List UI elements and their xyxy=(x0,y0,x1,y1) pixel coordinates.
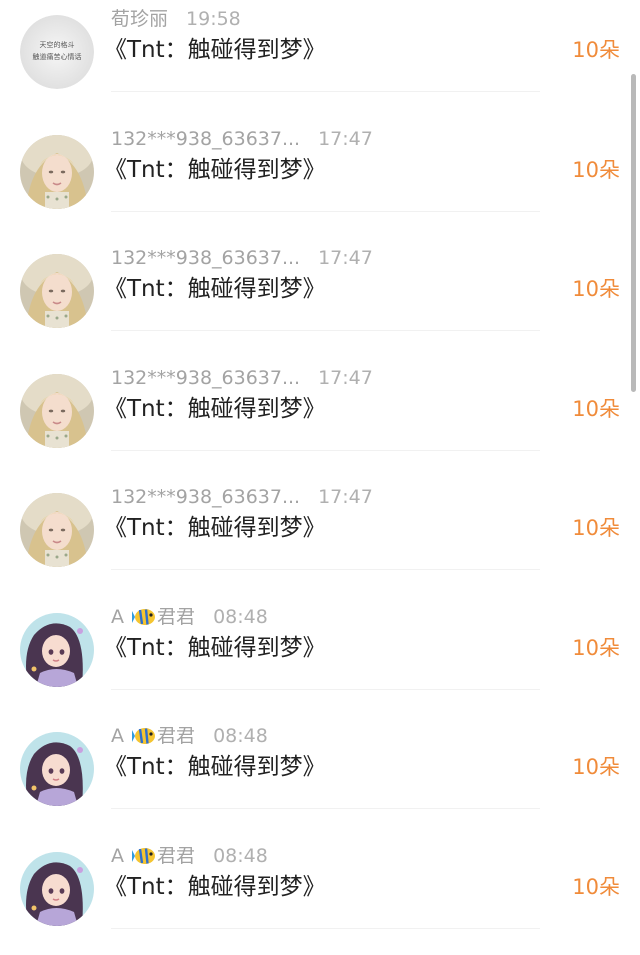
list-item[interactable]: 132***938_63637... 17:47 《Tnt：触碰得到梦》 10朵 xyxy=(0,237,640,357)
avatar[interactable] xyxy=(20,254,94,328)
fish-emoji-icon xyxy=(132,847,156,864)
sender-name: 132***938_63637... xyxy=(111,486,301,508)
list-item[interactable]: 132***938_63637... 17:47 《Tnt：触碰得到梦》 10朵 xyxy=(0,476,640,596)
scrollbar[interactable] xyxy=(631,74,636,392)
book-title: 《Tnt：触碰得到梦》 xyxy=(104,634,326,661)
sender-nickname: 君君 xyxy=(157,725,196,747)
list-item[interactable]: 132***938_63637... 17:47 《Tnt：触碰得到梦》 10朵 xyxy=(0,118,640,238)
divider xyxy=(111,91,540,92)
book-title: 《Tnt：触碰得到梦》 xyxy=(104,515,326,541)
divider xyxy=(111,449,540,451)
divider xyxy=(111,210,540,212)
book-title: 《Tnt：触碰得到梦》 xyxy=(104,37,326,63)
avatar[interactable]: 天空的格斗触道痛苦心情话 xyxy=(20,15,94,89)
divider xyxy=(111,927,540,929)
sender-line: A 君君 08:48 xyxy=(111,602,268,632)
sender-line: 132***938_63637... 17:47 xyxy=(111,363,373,393)
gift-amount: 10朵 xyxy=(572,277,620,301)
divider xyxy=(111,688,540,690)
sender-name: 荀珍丽 xyxy=(111,8,169,30)
sender-line: 132***938_63637... 17:47 xyxy=(111,124,373,154)
gift-amount: 10朵 xyxy=(572,157,620,182)
book-title: 《Tnt：触碰得到梦》 xyxy=(104,754,326,780)
list-item[interactable]: 132***938_63637... 17:47 《Tnt：触碰得到梦》 10朵 xyxy=(0,357,640,477)
avatar[interactable] xyxy=(20,493,94,567)
avatar[interactable] xyxy=(20,373,94,448)
divider xyxy=(111,569,540,570)
gift-amount: 10朵 xyxy=(572,38,620,62)
sender-name: 132***938_63637... xyxy=(111,366,301,389)
list-item[interactable]: A 君君 08:48 《Tnt：触碰得到梦》 10朵 xyxy=(0,835,640,955)
sender-name: A xyxy=(111,605,124,628)
avatar[interactable] xyxy=(20,851,94,926)
book-title: 《Tnt：触碰得到梦》 xyxy=(104,156,326,183)
divider xyxy=(111,330,540,331)
svg-text:天空的格斗: 天空的格斗 xyxy=(40,40,75,49)
timestamp: 08:48 xyxy=(213,605,268,628)
book-title: 《Tnt：触碰得到梦》 xyxy=(104,873,326,900)
list-item[interactable]: A 君君 08:48 《Tnt：触碰得到梦》 10朵 xyxy=(0,596,640,716)
sender-nickname: 君君 xyxy=(157,605,196,628)
list-item[interactable]: A 君君 08:48 《Tnt：触碰得到梦》 10朵 xyxy=(0,715,640,835)
timestamp: 08:48 xyxy=(213,844,268,867)
timestamp: 08:48 xyxy=(213,725,268,747)
divider xyxy=(111,808,540,809)
sender-nickname: 君君 xyxy=(157,844,196,867)
book-title: 《Tnt：触碰得到梦》 xyxy=(104,276,326,302)
sender-name: 132***938_63637... xyxy=(111,127,301,150)
sender-line: A 君君 08:48 xyxy=(111,841,268,871)
fish-emoji-icon xyxy=(132,608,156,625)
svg-text:触道痛苦心情话: 触道痛苦心情话 xyxy=(33,52,82,61)
sender-line: 132***938_63637... 17:47 xyxy=(111,482,373,512)
list-item[interactable]: 天空的格斗 触道痛苦心情话 荀珍丽 19:58 《Tnt：触碰得到梦》 10朵 xyxy=(0,0,640,118)
gift-amount: 10朵 xyxy=(572,635,620,660)
timestamp: 17:47 xyxy=(318,486,373,508)
book-title: 《Tnt：触碰得到梦》 xyxy=(104,395,326,422)
avatar[interactable] xyxy=(20,612,94,687)
gift-amount: 10朵 xyxy=(572,755,620,779)
sender-line: A 君君 08:48 xyxy=(111,721,268,751)
sender-name: 132***938_63637... xyxy=(111,247,301,269)
avatar[interactable] xyxy=(20,732,94,806)
sender-line: 荀珍丽 19:58 xyxy=(111,4,241,34)
sender-name: A xyxy=(111,725,124,747)
sender-name: A xyxy=(111,844,124,867)
gift-amount: 10朵 xyxy=(572,396,620,421)
gift-amount: 10朵 xyxy=(572,874,620,899)
timestamp: 17:47 xyxy=(318,366,373,389)
avatar[interactable] xyxy=(20,134,94,209)
fish-emoji-icon xyxy=(132,728,156,744)
timestamp: 17:47 xyxy=(318,127,373,150)
timestamp: 17:47 xyxy=(318,247,373,269)
gift-amount: 10朵 xyxy=(572,516,620,540)
timestamp: 19:58 xyxy=(186,8,241,30)
sender-line: 132***938_63637... 17:47 xyxy=(111,243,373,273)
